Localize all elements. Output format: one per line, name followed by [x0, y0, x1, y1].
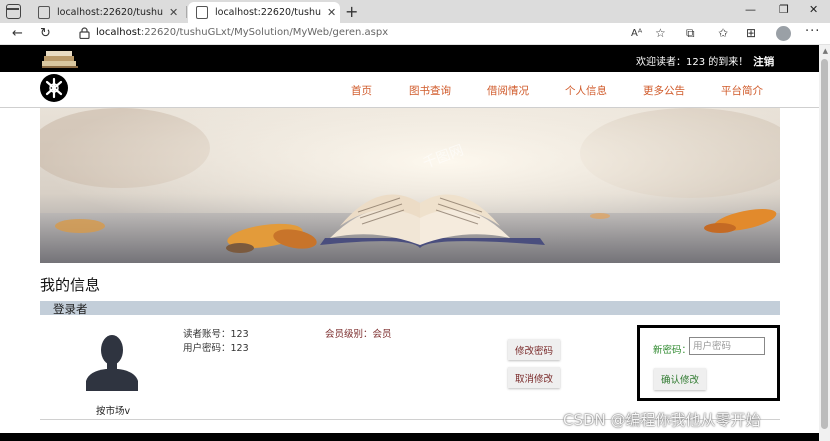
nav-item-book-search[interactable]: 图书查询 [409, 83, 451, 98]
csdn-watermark: CSDN @编程你我他从零开始 [563, 411, 761, 429]
favorites-icon[interactable]: ✩ [718, 26, 728, 40]
member-label: 会员级别： [325, 329, 373, 340]
new-password-input[interactable] [689, 337, 765, 355]
new-password-label: 新密码： [653, 345, 692, 356]
hero-banner: 千图网 [40, 108, 780, 263]
scroll-thumb[interactable] [821, 59, 828, 429]
site-logo-icon[interactable] [40, 74, 68, 102]
avatar-name: 按市场v [96, 406, 131, 417]
tab-title: localhost:22620/tushuGLxt/MySol [57, 7, 163, 18]
welcome-area: 欢迎读者：123 的到来！ 注销 [636, 53, 774, 69]
change-password-button[interactable]: 修改密码 [508, 339, 561, 360]
page-icon [196, 6, 208, 19]
address-bar-row: ← ↻ localhost:22620/tushuGLxt/MySolution… [0, 23, 830, 45]
profile-avatar[interactable] [776, 26, 791, 41]
password-value: 123 [230, 343, 249, 354]
cancel-change-button[interactable]: 取消修改 [508, 367, 561, 388]
reload-icon[interactable]: ↻ [40, 26, 51, 41]
account-info: 读者账号：123 [183, 326, 249, 340]
confirm-change-button[interactable]: 确认修改 [654, 368, 707, 390]
extensions-icon[interactable]: ⧉ [686, 26, 695, 41]
minimize-icon[interactable]: — [745, 3, 756, 16]
scroll-up-icon[interactable]: ▲ [823, 47, 828, 55]
more-menu-icon[interactable]: ··· [805, 24, 820, 39]
url-host: localhost [96, 27, 141, 38]
close-icon[interactable]: ✕ [169, 6, 178, 19]
browser-tab-2[interactable]: localhost:22620/tushuGLxt/MySol ✕ [188, 2, 340, 23]
url-field[interactable]: localhost:22620/tushuGLxt/MySolution/MyW… [96, 27, 388, 38]
welcome-text: 欢迎读者：123 的到来！ [636, 57, 749, 68]
member-info: 会员级别：会员 [325, 326, 392, 340]
site-top-strip: 欢迎读者：123 的到来！ 注销 [0, 45, 819, 72]
logout-link[interactable]: 注销 [753, 56, 774, 68]
favorite-star-icon[interactable]: ☆ [655, 26, 666, 40]
close-icon[interactable]: ✕ [327, 6, 336, 19]
site-bottom-strip [0, 433, 819, 441]
section-title: 登录者 [53, 302, 88, 316]
back-icon[interactable]: ← [12, 26, 23, 41]
tab-separator [186, 6, 187, 18]
member-value: 会员 [372, 329, 392, 340]
browser-tab-bar: localhost:22620/tushuGLxt/MySol ✕ localh… [0, 0, 830, 23]
section-header-bar: 登录者 [40, 301, 780, 316]
account-label: 读者账号： [183, 329, 231, 340]
tab-actions-icon[interactable] [6, 4, 21, 19]
main-nav: 首页 图书查询 借阅情况 个人信息 更多公告 平台简介 [0, 72, 819, 108]
page-title: 我的信息 [40, 276, 101, 294]
nav-item-about[interactable]: 平台简介 [721, 83, 763, 98]
books-logo-icon [42, 51, 78, 68]
collections-icon[interactable]: ⊞ [746, 26, 756, 40]
tab-title: localhost:22620/tushuGLxt/MySol [215, 7, 321, 18]
user-avatar [86, 335, 138, 391]
web-page: 欢迎读者：123 的到来！ 注销 首页 图书查询 借阅情况 个人信息 更多公告 平… [0, 45, 830, 441]
read-aloud-icon[interactable]: Aᴬ [631, 28, 642, 39]
close-window-icon[interactable]: ✕ [809, 3, 818, 16]
password-info: 用户密码：123 [183, 340, 249, 354]
restore-icon[interactable]: ❐ [779, 3, 789, 16]
new-password-panel: 新密码： 确认修改 [637, 325, 780, 401]
open-book-banner-image: 千图网 [40, 108, 780, 263]
page-icon [38, 6, 50, 19]
nav-item-announcements[interactable]: 更多公告 [643, 83, 685, 98]
nav-item-borrowing[interactable]: 借阅情况 [487, 83, 529, 98]
password-label: 用户密码： [183, 343, 231, 354]
account-value: 123 [230, 329, 249, 340]
nav-item-personal-info[interactable]: 个人信息 [565, 83, 607, 98]
url-path: :22620/tushuGLxt/MySolution/MyWeb/geren.… [140, 27, 389, 38]
new-tab-button[interactable]: + [345, 2, 358, 21]
page-scrollbar[interactable]: ▲ [819, 45, 830, 441]
browser-tab-1[interactable]: localhost:22620/tushuGLxt/MySol ✕ [30, 2, 186, 23]
lock-icon[interactable] [79, 27, 90, 39]
nav-item-home[interactable]: 首页 [351, 83, 372, 98]
